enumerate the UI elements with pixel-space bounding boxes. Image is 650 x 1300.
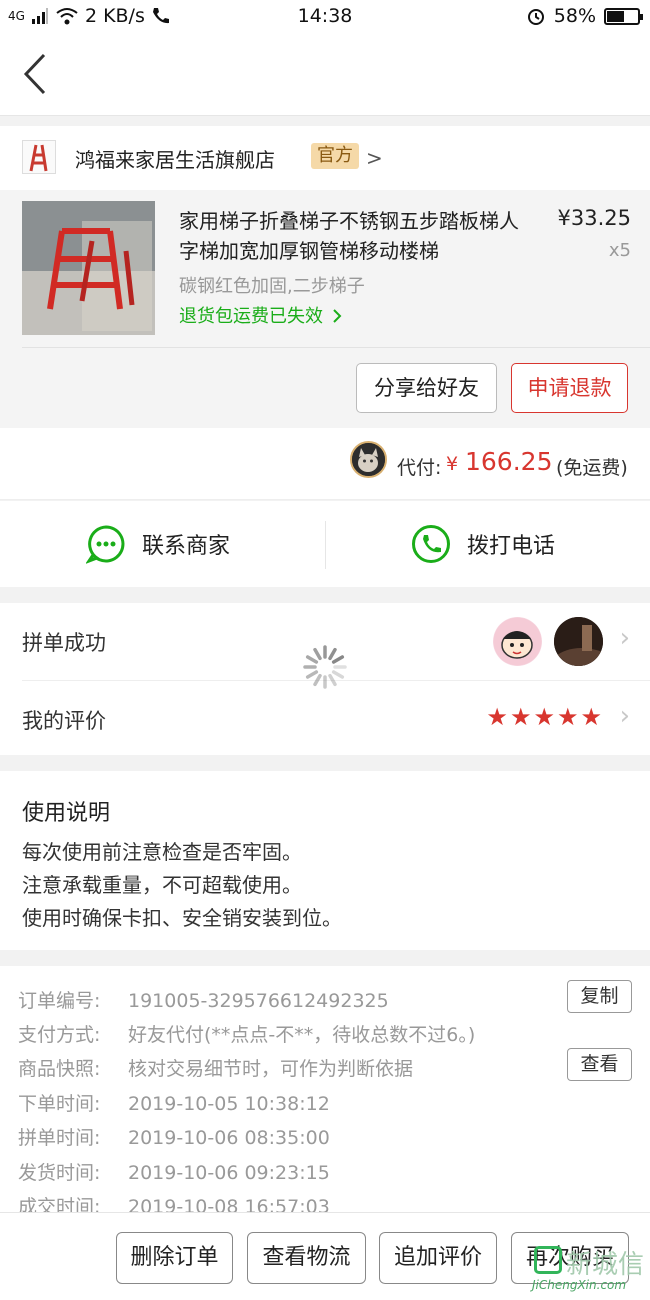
group-time: 2019-10-06 08:35:00 — [128, 1127, 330, 1149]
deal-time: 2019-10-08 16:57:03 — [128, 1196, 330, 1212]
watermark-url: JiChengXin.com — [532, 1278, 627, 1292]
watermark-text: 新城信 — [566, 1250, 645, 1280]
divider — [22, 347, 650, 348]
pay-currency: ¥ — [446, 453, 459, 475]
usage-title: 使用说明 — [22, 801, 111, 826]
chevron-right-icon — [333, 309, 342, 323]
share-button[interactable]: 分享给好友 — [356, 363, 497, 413]
group-success-label: 拼单成功 — [22, 631, 106, 655]
payment-row: 代付: ¥ 166.25 (免运费) — [0, 428, 650, 500]
view-snapshot-button[interactable]: 查看 — [567, 1048, 632, 1081]
group-member-avatar — [554, 617, 603, 666]
group-time-row: 拼单时间: 2019-10-06 08:35:00 — [18, 1123, 330, 1150]
return-shipping-note[interactable]: 退货包运费已失效 — [179, 302, 343, 328]
order-key: 发货时间: — [18, 1162, 101, 1184]
pay-label: 代付: — [397, 457, 442, 479]
return-note-label: 退货包运费已失效 — [179, 306, 323, 327]
usage-instructions: 使用说明 每次使用前注意检查是否牢固。 注意承载重量，不可超载使用。 使用时确保… — [0, 771, 650, 950]
view-logistics-button[interactable]: 查看物流 — [247, 1232, 366, 1284]
contact-row: 联系商家 拨打电话 — [0, 501, 650, 587]
my-review-row[interactable]: 我的评价 ★★★★★ › — [0, 681, 650, 757]
contact-merchant-label: 联系商家 — [142, 534, 231, 559]
ship-time-row: 发货时间: 2019-10-06 09:23:15 — [18, 1158, 330, 1185]
spinner-tick — [305, 655, 319, 664]
chevron-right-icon: › — [619, 623, 630, 653]
back-button[interactable] — [18, 52, 58, 96]
divider — [325, 521, 326, 569]
shipping-note: (免运费) — [556, 457, 628, 479]
order-key: 下单时间: — [18, 1093, 101, 1115]
battery-icon — [604, 7, 643, 25]
contact-merchant-button[interactable]: 联系商家 — [86, 523, 230, 565]
product-card: 家用梯子折叠梯子不锈钢五步踏板梯人字梯加宽加厚钢管梯移动楼梯 ¥33.25 x5… — [0, 190, 650, 428]
usage-line: 使用时确保卡扣、安全销安装到位。 — [22, 906, 342, 930]
watermark: 新城信 JiChengXin.com — [532, 1244, 644, 1298]
spinner-tick — [328, 673, 337, 687]
chat-icon — [86, 525, 125, 564]
watermark-logo-icon — [534, 1246, 562, 1274]
shop-name: 鸿福来家居生活旗舰店 — [75, 148, 275, 172]
product-title[interactable]: 家用梯子折叠梯子不锈钢五步踏板梯人字梯加宽加厚钢管梯移动楼梯 — [179, 206, 524, 266]
order-time-row: 下单时间: 2019-10-05 10:38:12 — [18, 1089, 330, 1116]
nav-bar — [0, 34, 650, 116]
order-info: 订单编号: 191005-329576612492325 复制 支付方式: 好友代付… — [0, 966, 650, 1212]
shop-row[interactable]: 鸿福来家居生活旗舰店 官方 > — [0, 126, 650, 190]
chevron-right-icon: › — [619, 701, 630, 731]
product-quantity: x5 — [608, 240, 631, 261]
official-badge: 官方 — [311, 143, 359, 169]
spinner-tick — [331, 670, 345, 679]
spinner-tick — [313, 673, 322, 687]
chevron-left-icon — [23, 53, 46, 95]
payer-avatar — [350, 441, 387, 478]
status-bar: 4G 2 KB/s 14:38 58% — [0, 0, 650, 34]
product-image[interactable] — [22, 201, 155, 335]
group-member-avatar — [493, 617, 542, 666]
order-key: 支付方式: — [18, 1024, 101, 1046]
loading-spinner-icon — [303, 645, 347, 689]
order-number-row: 订单编号: 191005-329576612492325 — [18, 986, 389, 1013]
order-key: 成交时间: — [18, 1196, 101, 1212]
order-time: 2019-10-05 10:38:12 — [128, 1093, 330, 1115]
my-review-label: 我的评价 — [22, 709, 106, 733]
alarm-icon — [527, 9, 544, 25]
call-label: 拨打电话 — [467, 534, 556, 559]
order-key: 订单编号: — [18, 990, 101, 1012]
delete-order-button[interactable]: 删除订单 — [116, 1232, 233, 1284]
order-key: 拼单时间: — [18, 1127, 101, 1149]
spinner-tick — [305, 670, 319, 679]
refund-button[interactable]: 申请退款 — [511, 363, 628, 413]
usage-line: 每次使用前注意检查是否牢固。 — [22, 840, 302, 864]
spinner-tick — [328, 647, 337, 661]
snapshot-desc: 核对交易细节时，可作为判断依据 — [128, 1058, 414, 1080]
rating-stars: ★★★★★ — [486, 703, 604, 731]
product-spec: 碳钢红色加固,二步梯子 — [179, 276, 365, 297]
add-review-button[interactable]: 追加评价 — [379, 1232, 497, 1284]
payment-method: 好友代付(**点点-不**，待收总数不过6。) — [128, 1024, 476, 1046]
call-button[interactable]: 拨打电话 — [411, 523, 555, 565]
pay-amount: 166.25 — [465, 447, 553, 476]
copy-button[interactable]: 复制 — [567, 980, 632, 1013]
shop-logo — [22, 140, 56, 174]
battery-percent: 58% — [553, 5, 596, 27]
order-number: 191005-329576612492325 — [128, 990, 389, 1012]
chevron-right-icon: > — [366, 146, 383, 170]
usage-line: 注意承载重量，不可超载使用。 — [22, 873, 302, 897]
spinner-tick — [313, 647, 322, 661]
ship-time: 2019-10-06 09:23:15 — [128, 1162, 330, 1184]
order-key: 商品快照: — [18, 1058, 101, 1080]
phone-icon — [412, 525, 450, 563]
deal-time-row: 成交时间: 2019-10-08 16:57:03 — [18, 1192, 330, 1212]
product-price: ¥33.25 — [557, 206, 631, 230]
snapshot-row: 商品快照: 核对交易细节时，可作为判断依据 — [18, 1054, 413, 1081]
payment-method-row: 支付方式: 好友代付(**点点-不**，待收总数不过6。) — [18, 1020, 475, 1047]
spinner-tick — [331, 655, 345, 664]
